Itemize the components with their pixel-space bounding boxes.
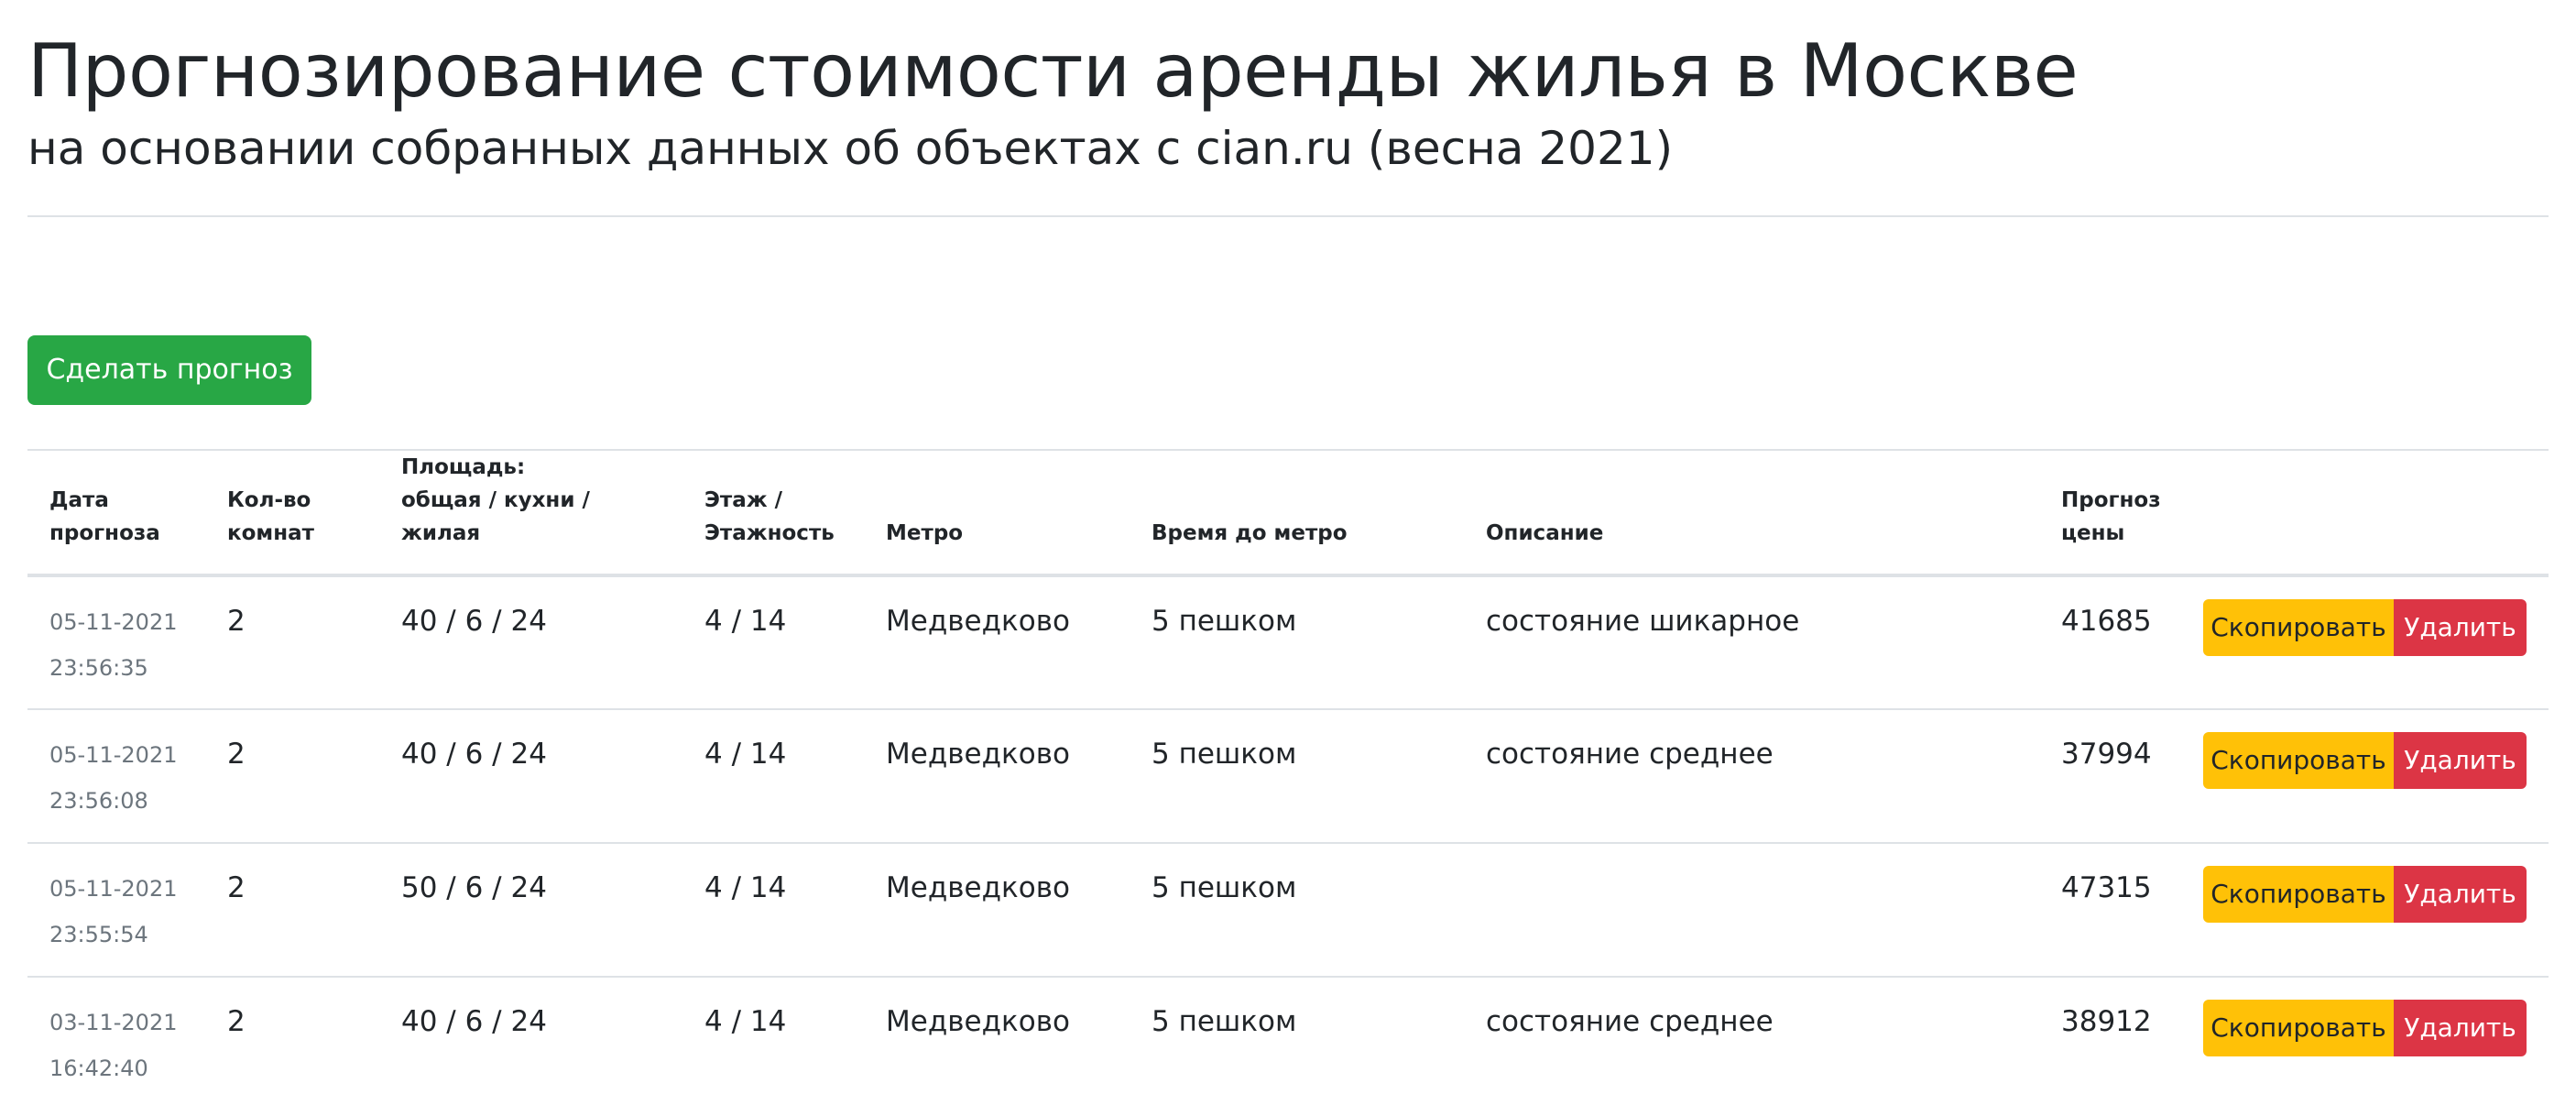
- column-header-date: Дата прогноза: [27, 449, 205, 577]
- copy-button[interactable]: Скопировать: [2203, 1000, 2394, 1056]
- table-row: 05-11-2021 23:56:35 2 40 / 6 / 24 4 / 14…: [27, 575, 2549, 709]
- cell-rooms: 2: [227, 605, 246, 638]
- delete-button[interactable]: Удалить: [2394, 1000, 2527, 1056]
- column-header-metro-time: Время до метро: [1130, 449, 1464, 577]
- column-header-metro: Метро: [864, 449, 1130, 577]
- cell-description: состояние среднее: [1464, 708, 2039, 843]
- cell-actions: Скопировать Удалить: [2180, 842, 2549, 977]
- cell-date: 05-11-2021 23:56:08: [27, 708, 205, 843]
- cell-floor: 4 / 14: [704, 605, 787, 638]
- cell-price: 41685: [2061, 605, 2152, 638]
- cell-price: 47315: [2039, 842, 2180, 977]
- column-header-actions: [2180, 449, 2549, 577]
- row-action-group: Скопировать Удалить: [2203, 599, 2527, 656]
- cell-description: [1464, 842, 2039, 977]
- cell-actions: Скопировать Удалить: [2180, 575, 2549, 709]
- copy-button[interactable]: Скопировать: [2203, 599, 2394, 656]
- delete-button[interactable]: Удалить: [2394, 866, 2527, 923]
- table-header-row: Дата прогноза Кол-во комнат Площадь: общ…: [27, 449, 2549, 577]
- cell-metro: Медведково: [864, 842, 1130, 977]
- cell-floor: 4 / 14: [682, 708, 864, 843]
- table-header: Дата прогноза Кол-во комнат Площадь: общ…: [27, 449, 2549, 577]
- cell-metro: Медведково: [886, 605, 1070, 638]
- cell-date: 03-11-2021 16:42:40: [27, 976, 205, 1111]
- cell-metro: Медведково: [864, 976, 1130, 1111]
- row-action-group: Скопировать Удалить: [2203, 732, 2527, 789]
- cell-actions: Скопировать Удалить: [2180, 708, 2549, 843]
- column-header-area-line1: Площадь:: [401, 455, 526, 479]
- copy-button[interactable]: Скопировать: [2203, 866, 2394, 923]
- cell-rooms: 2: [205, 708, 379, 843]
- cell-description: состояние шикарное: [1486, 605, 1800, 638]
- cell-rooms: 2: [205, 842, 379, 977]
- row-action-group: Скопировать Удалить: [2203, 1000, 2527, 1056]
- row-action-group: Скопировать Удалить: [2203, 866, 2527, 923]
- table-row: 03-11-2021 16:42:40 2 40 / 6 / 24 4 / 14…: [27, 976, 2549, 1111]
- delete-button[interactable]: Удалить: [2394, 599, 2527, 656]
- cell-metro: Медведково: [864, 708, 1130, 843]
- cell-metro-time: 5 пешком: [1130, 708, 1464, 843]
- cell-price: 37994: [2039, 708, 2180, 843]
- page: Прогнозирование стоимости аренды жилья в…: [0, 0, 2576, 1116]
- predictions-table: Дата прогноза Кол-во комнат Площадь: общ…: [27, 449, 2549, 1111]
- column-header-floor: Этаж / Этажность: [682, 449, 864, 577]
- page-header: Прогнозирование стоимости аренды жилья в…: [27, 0, 2549, 178]
- column-header-rooms: Кол-во комнат: [205, 449, 379, 577]
- column-header-description: Описание: [1464, 449, 2039, 577]
- prediction-date: 03-11-2021 16:42:40: [49, 1010, 178, 1081]
- page-title: Прогнозирование стоимости аренды жилья в…: [27, 28, 2079, 114]
- cell-description: состояние среднее: [1464, 976, 2039, 1111]
- cell-rooms: 2: [205, 976, 379, 1111]
- header-divider: [27, 215, 2549, 217]
- column-header-area: Площадь: общая / кухни / жилая: [379, 449, 682, 577]
- cell-floor: 4 / 14: [682, 976, 864, 1111]
- table-body: 05-11-2021 23:56:35 2 40 / 6 / 24 4 / 14…: [27, 575, 2549, 1111]
- cell-price: 38912: [2039, 976, 2180, 1111]
- cell-area: 40 / 6 / 24: [379, 976, 682, 1111]
- prediction-date: 05-11-2021 23:55:54: [49, 876, 178, 947]
- cell-area: 40 / 6 / 24: [379, 708, 682, 843]
- prediction-date: 05-11-2021 23:56:08: [49, 742, 178, 814]
- column-header-area-line2: общая / кухни / жилая: [401, 488, 590, 545]
- cell-area: 40 / 6 / 24: [401, 605, 547, 638]
- cell-area: 50 / 6 / 24: [379, 842, 682, 977]
- cell-metro-time: 5 пешком: [1152, 605, 1297, 638]
- page-subtitle: на основании собранных данных об объекта…: [27, 122, 1674, 175]
- table-row: 05-11-2021 23:56:08 2 40 / 6 / 24 4 / 14…: [27, 708, 2549, 843]
- cell-metro-time: 5 пешком: [1130, 976, 1464, 1111]
- cell-date: 05-11-2021 23:55:54: [27, 842, 205, 977]
- column-header-price: Прогноз цены: [2039, 449, 2180, 577]
- cell-floor: 4 / 14: [682, 842, 864, 977]
- prediction-date: 05-11-2021 23:56:35: [49, 609, 178, 681]
- cell-actions: Скопировать Удалить: [2180, 976, 2549, 1111]
- cell-metro-time: 5 пешком: [1130, 842, 1464, 977]
- delete-button[interactable]: Удалить: [2394, 732, 2527, 789]
- make-prediction-button[interactable]: Сделать прогноз: [27, 335, 311, 405]
- cell-date: 05-11-2021 23:56:35: [27, 575, 205, 709]
- copy-button[interactable]: Скопировать: [2203, 732, 2394, 789]
- table-row: 05-11-2021 23:55:54 2 50 / 6 / 24 4 / 14…: [27, 842, 2549, 977]
